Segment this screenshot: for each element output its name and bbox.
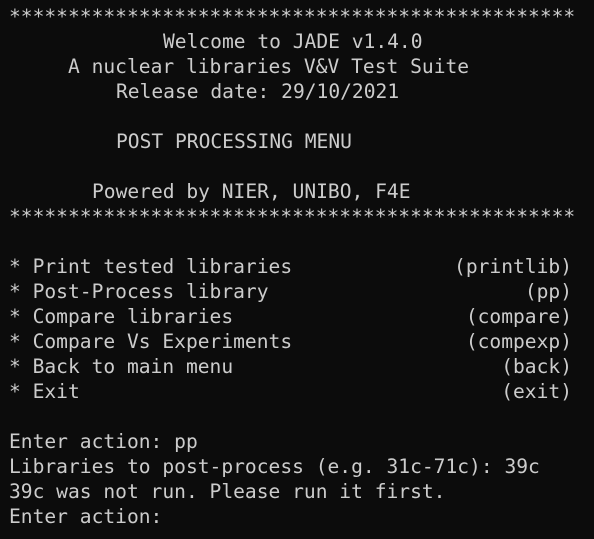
subtitle-text: A nuclear libraries V&V Test Suite xyxy=(68,55,470,78)
menu-item-printlib: * Print tested libraries (printlib) xyxy=(9,254,572,279)
prompt-text: Enter action: xyxy=(9,505,175,528)
menu-item-label: * Post-Process library xyxy=(9,280,269,303)
release-date-text: Release date: 29/10/2021 xyxy=(116,80,400,103)
menu-item-label: * Exit xyxy=(9,380,80,403)
menu-item-command: (compexp) xyxy=(465,330,572,353)
menu-title-row: POST PROCESSING MENU xyxy=(9,129,594,154)
session-line: Enter action: pp xyxy=(9,430,198,453)
welcome-text: Welcome to JADE v1.4.0 xyxy=(9,29,594,54)
terminal-window[interactable]: ****************************************… xyxy=(0,0,594,539)
menu-item-compare: * Compare libraries (compare) xyxy=(9,304,572,329)
session-line: Libraries to post-process (e.g. 31c-71c)… xyxy=(9,455,540,478)
welcome-title: Welcome to JADE v1.4.0 xyxy=(163,30,423,53)
menu-item-pp: * Post-Process library (pp) xyxy=(9,279,572,304)
menu-item-label: * Back to main menu xyxy=(9,355,234,378)
menu-item-exit: * Exit (exit) xyxy=(9,379,572,404)
powered-by-row: Powered by NIER, UNIBO, F4E xyxy=(9,179,594,204)
menu-item-command: (exit) xyxy=(501,380,572,403)
menu-item-command: (compare) xyxy=(465,305,572,328)
session-line: 39c was not run. Please run it first. xyxy=(9,480,446,503)
menu-item-compexp: * Compare Vs Experiments (compexp) xyxy=(9,329,572,354)
menu-item-label: * Print tested libraries xyxy=(9,255,293,278)
banner-bottom-border: ****************************************… xyxy=(9,205,576,228)
menu-item-command: (printlib) xyxy=(454,255,572,278)
menu-title: POST PROCESSING MENU xyxy=(116,130,352,153)
menu-item-back: * Back to main menu (back) xyxy=(9,354,572,379)
release-row: Release date: 29/10/2021 xyxy=(9,79,594,104)
command-prompt[interactable]: Enter action: xyxy=(9,504,572,529)
banner-top-border: ****************************************… xyxy=(9,5,576,28)
subtitle-row: A nuclear libraries V&V Test Suite xyxy=(9,54,594,79)
menu-item-command: (back) xyxy=(501,355,572,378)
menu-item-label: * Compare Vs Experiments xyxy=(9,330,293,353)
powered-by-text: Powered by NIER, UNIBO, F4E xyxy=(92,180,411,203)
menu-item-command: (pp) xyxy=(524,280,572,303)
menu-item-label: * Compare libraries xyxy=(9,305,234,328)
